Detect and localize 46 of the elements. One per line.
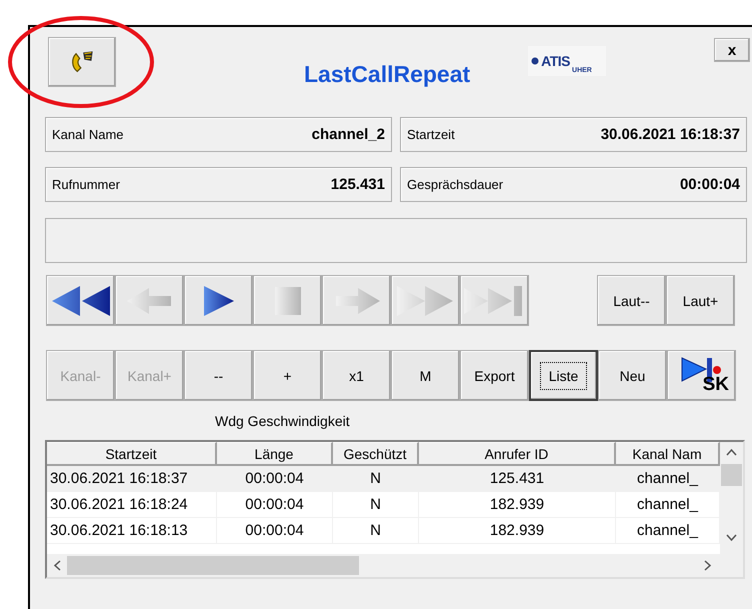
close-button[interactable]: x <box>714 38 750 62</box>
phone-icon <box>69 49 95 75</box>
scrollbar-thumb[interactable] <box>67 556 359 575</box>
table-cell: 30.06.2021 16:18:24 <box>47 492 217 517</box>
control-button[interactable]: -- <box>184 350 253 401</box>
table-cell: 00:00:04 <box>217 466 333 491</box>
table-row[interactable]: 30.06.2021 16:18:13 00:00:04 N 182.939 channel_ <box>47 518 720 544</box>
scroll-left-icon[interactable] <box>53 560 61 571</box>
table-cell: 30.06.2021 16:18:37 <box>47 466 217 491</box>
control-button[interactable]: x1 <box>322 350 391 401</box>
table-cell: 125.431 <box>419 466 616 491</box>
scroll-right-icon[interactable] <box>704 560 712 571</box>
control-button[interactable]: Liste <box>529 350 598 401</box>
table-row[interactable]: 30.06.2021 16:18:37 00:00:04 N 125.431 channel_ <box>47 466 720 492</box>
scroll-up-icon[interactable] <box>726 448 737 456</box>
control-button[interactable]: Neu <box>598 350 667 401</box>
table-cell: N <box>333 492 419 517</box>
play-button[interactable] <box>184 275 253 326</box>
scrollbar-thumb[interactable] <box>721 464 742 486</box>
table-cell: 182.939 <box>419 518 616 543</box>
table-cell: 182.939 <box>419 492 616 517</box>
table-cell: N <box>333 518 419 543</box>
control-button[interactable]: Export <box>460 350 529 401</box>
volume-button[interactable]: Laut-- <box>597 275 666 326</box>
window-title: LastCallRepeat <box>304 61 470 88</box>
volume-button[interactable]: Laut+ <box>666 275 735 326</box>
table-cell: 00:00:04 <box>217 492 333 517</box>
field-label: Kanal Name <box>52 127 124 142</box>
table-cell: 30.06.2021 16:18:13 <box>47 518 217 543</box>
field-label: Startzeit <box>407 127 455 142</box>
field-label: Rufnummer <box>52 177 120 192</box>
field-value: channel_2 <box>312 126 385 143</box>
speed-label: Wdg Geschwindigkeit <box>215 413 351 429</box>
table-row[interactable]: 30.06.2021 16:18:24 00:00:04 N 182.939 channel_ <box>47 492 720 518</box>
field-value: 30.06.2021 16:18:37 <box>600 126 740 143</box>
control-button[interactable]: M <box>391 350 460 401</box>
field-value: 00:00:04 <box>680 176 740 193</box>
control-button[interactable]: + <box>253 350 322 401</box>
field-label: Gesprächsdauer <box>407 177 504 192</box>
rewind-button[interactable] <box>46 275 115 326</box>
field-value: 125.431 <box>330 176 385 193</box>
sk-button[interactable]: SK <box>667 350 736 401</box>
table-cell: N <box>333 466 419 491</box>
phone-button[interactable] <box>48 37 116 87</box>
scroll-down-icon[interactable] <box>726 534 737 542</box>
table-cell: 00:00:04 <box>217 518 333 543</box>
